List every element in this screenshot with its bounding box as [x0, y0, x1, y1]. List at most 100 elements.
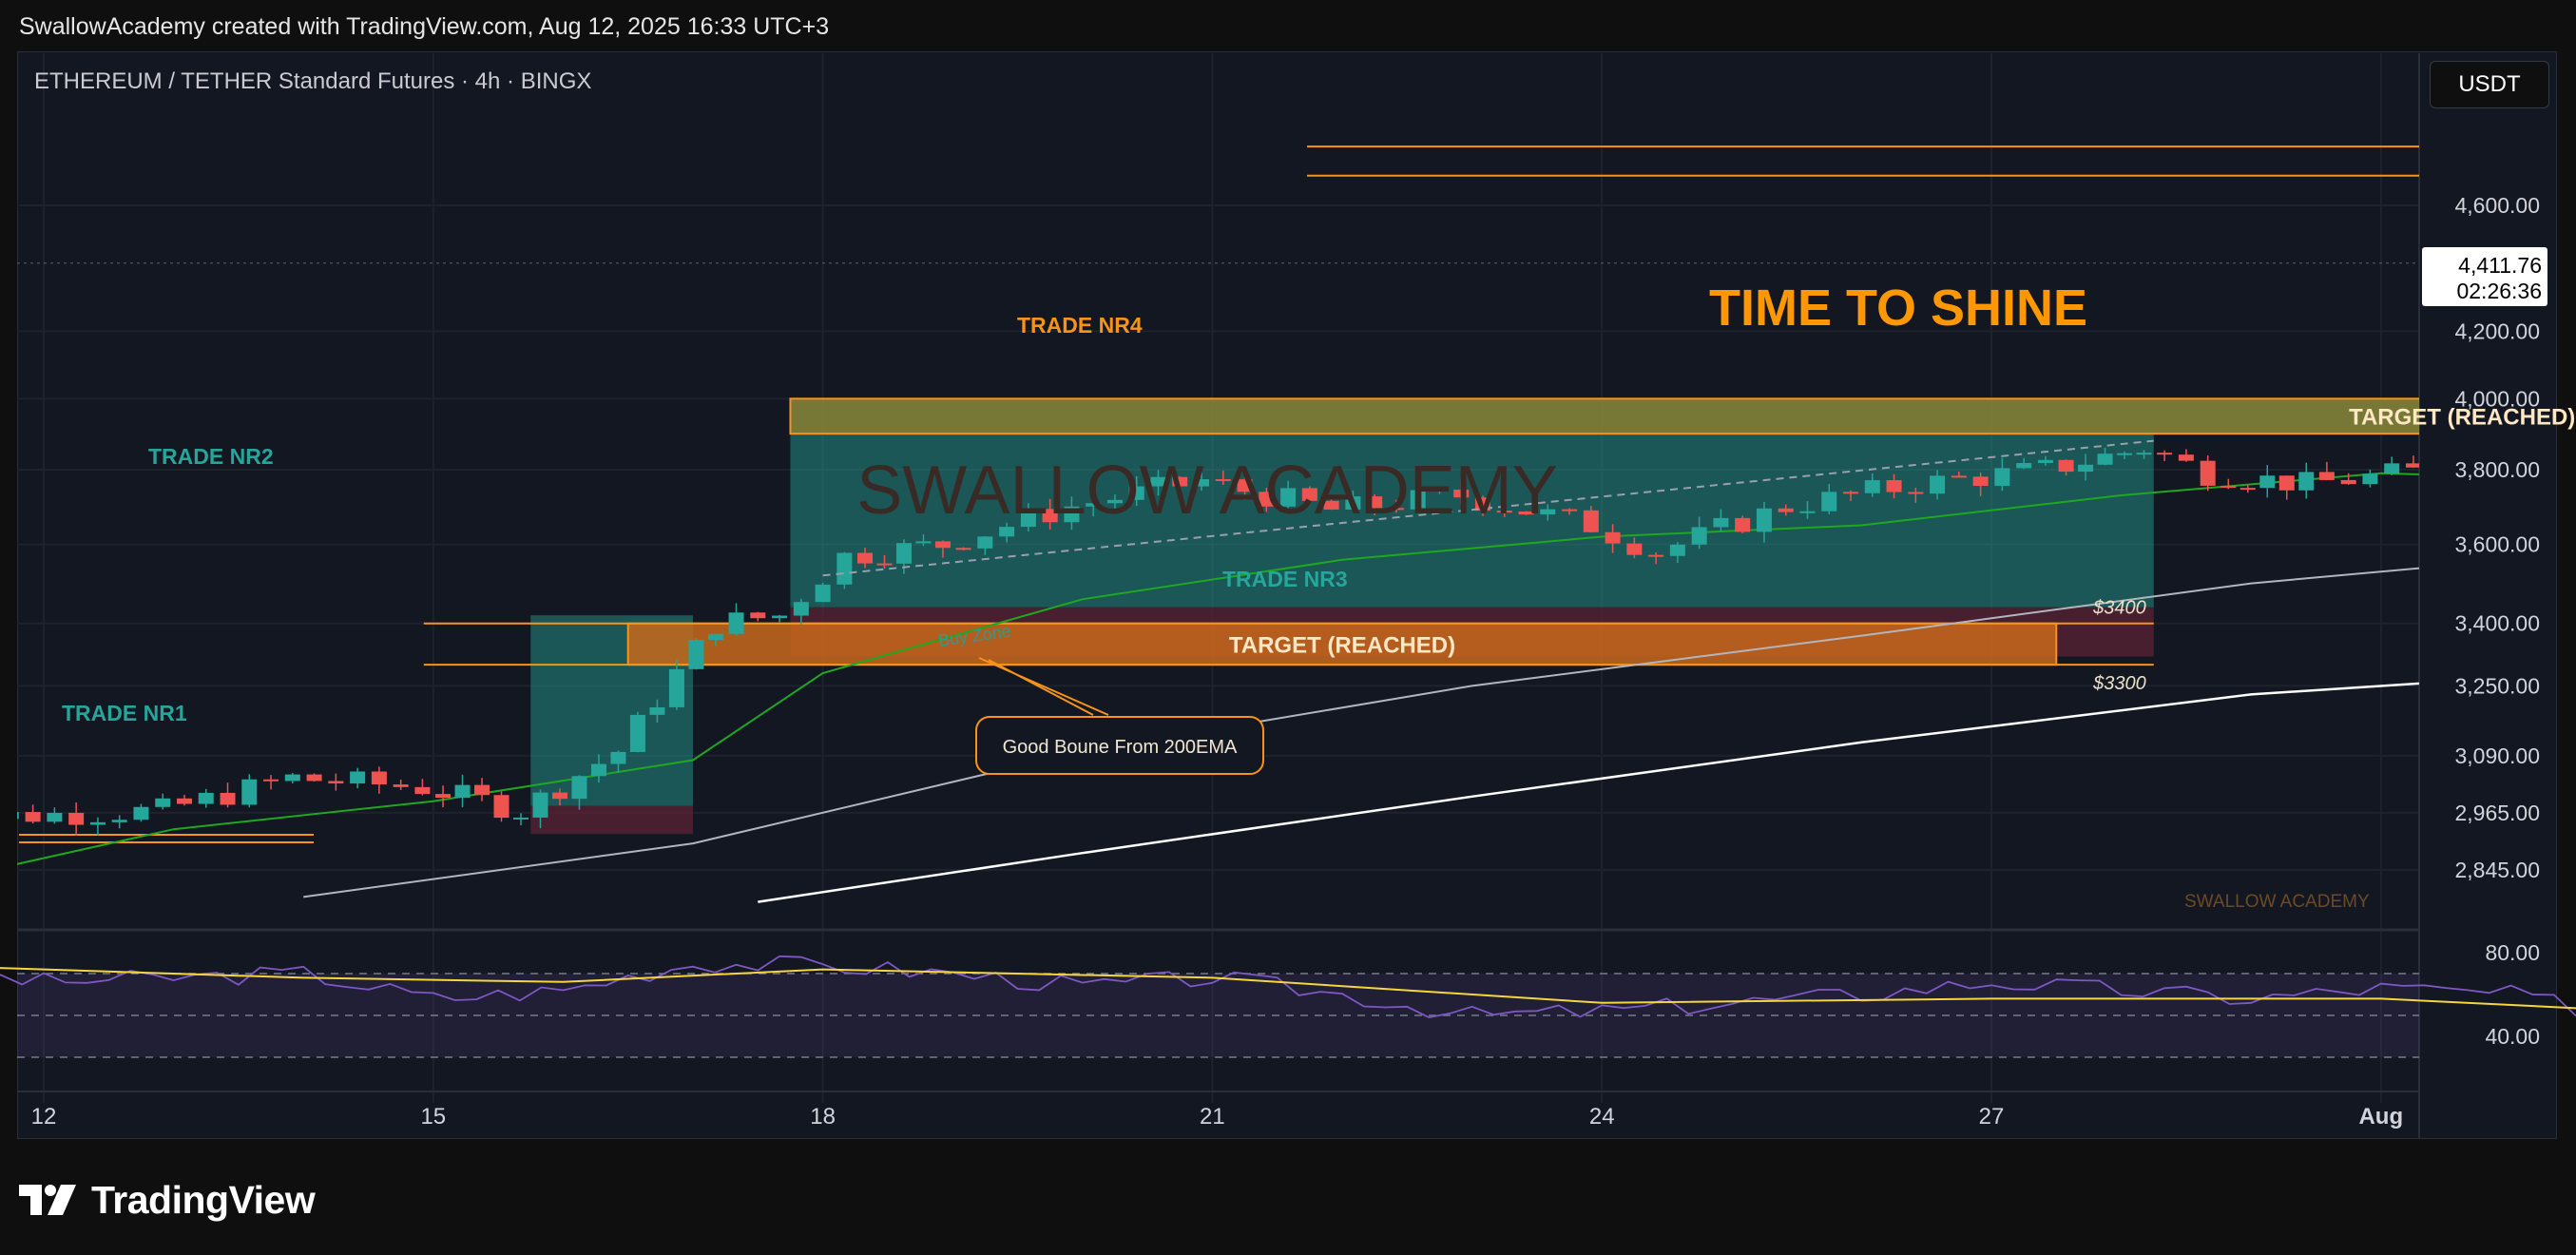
chart-canvas[interactable]: SWALLOW ACADEMYTARGET (REACHED)TARGET (R…: [0, 0, 2576, 1255]
target-box: [789, 397, 2419, 435]
rsi-axis-label: 40.00: [2485, 1024, 2540, 1049]
price-axis-label: 2,845.00: [2454, 858, 2540, 882]
candle-body: [895, 543, 912, 564]
candle-body: [934, 541, 951, 549]
candle-body: [1778, 508, 1794, 512]
candle-body: [856, 552, 873, 564]
candle-body: [2340, 479, 2356, 485]
candle-body: [284, 774, 300, 782]
callout-text: Good Boune From 200EMA: [1003, 737, 1238, 758]
candle-body: [2278, 475, 2295, 491]
candle-body: [977, 536, 993, 549]
candle-body: [668, 668, 684, 707]
target-box-label: TARGET (REACHED): [1229, 632, 1455, 658]
price-axis-label: 2,965.00: [2454, 801, 2540, 825]
candle-body: [1821, 492, 1837, 512]
candle-body: [1843, 492, 1859, 494]
price-axis-label: 3,600.00: [2454, 532, 2540, 557]
candle-body: [1713, 517, 1729, 528]
candle-body: [350, 771, 366, 784]
candle-body: [176, 798, 192, 804]
candle-body: [1669, 544, 1685, 556]
price-axis-label: 4,000.00: [2454, 386, 2540, 411]
candle-body: [2546, 465, 2561, 472]
candle-body: [17, 812, 19, 820]
price-countdown: 02:26:36: [2456, 279, 2542, 303]
price-axis-label: 3,400.00: [2454, 611, 2540, 636]
candle-body: [2362, 473, 2378, 485]
current-price-value: 4,411.76: [2458, 253, 2542, 278]
currency-selector-button[interactable]: USDT: [2430, 61, 2549, 108]
candle-body: [649, 706, 665, 715]
candle-body: [2058, 459, 2074, 473]
candle-body: [836, 552, 853, 585]
candle-body: [2157, 453, 2173, 455]
candle-body: [876, 563, 893, 566]
candle-body: [328, 781, 344, 784]
symbol-title: ETHEREUM / TETHER Standard Futures · 4h …: [34, 68, 592, 94]
candle-body: [1994, 468, 2010, 487]
candle-body: [25, 812, 41, 822]
candle-body: [1908, 492, 1924, 494]
candle-body: [1886, 480, 1902, 492]
candle-body: [688, 640, 704, 669]
candle-body: [2259, 475, 2276, 489]
candle-body: [532, 792, 548, 818]
rsi-axis-label: 80.00: [2485, 940, 2540, 965]
price-axis-label: 3,250.00: [2454, 673, 2540, 698]
candle-body: [306, 774, 322, 782]
trade-label: TRADE NR4: [1017, 313, 1143, 338]
time-axis-label: 12: [31, 1104, 57, 1130]
tradingview-icon: [19, 1185, 76, 1215]
candle-body: [111, 820, 127, 822]
candle-body: [371, 771, 387, 785]
candle-body: [474, 784, 490, 796]
price-axis-label: 3,800.00: [2454, 457, 2540, 482]
time-axis-label: 27: [1979, 1104, 2005, 1130]
candle-body: [1930, 475, 1946, 494]
candle-body: [1864, 480, 1880, 493]
trade-label: TRADE NR2: [148, 444, 274, 469]
candle-body: [2078, 464, 2094, 473]
candle-body: [2037, 459, 2053, 463]
candle-body: [728, 612, 744, 634]
candle-body: [590, 763, 606, 777]
candle-body: [89, 821, 106, 825]
candle-body: [47, 812, 63, 822]
candle-body: [2405, 463, 2419, 468]
candle-body: [414, 786, 431, 795]
trade-zone-stop: [530, 805, 693, 835]
candle-body: [1626, 543, 1643, 555]
candle-body: [2384, 463, 2400, 474]
candle-body: [1951, 475, 1967, 478]
candle-body: [2318, 472, 2335, 480]
level-label: $3400: [2092, 598, 2146, 619]
trade-label: TRADE NR3: [1222, 567, 1348, 591]
price-axis-label: 3,090.00: [2454, 743, 2540, 768]
candle-body: [435, 794, 452, 799]
candle-body: [454, 784, 471, 799]
candle-body: [198, 792, 214, 804]
candle-body: [220, 792, 236, 805]
watermark-text: SWALLOW ACADEMY: [856, 453, 1557, 529]
candle-body: [133, 806, 149, 821]
candle-body: [2200, 460, 2216, 486]
candle-body: [155, 798, 171, 807]
candle-body: [2220, 485, 2237, 489]
time-axis-label: 24: [1589, 1104, 1615, 1130]
price-axis-label: 4,200.00: [2454, 319, 2540, 343]
footer-bar: [0, 1141, 2576, 1255]
headline-text: TIME TO SHINE: [1709, 280, 2087, 337]
candle-body: [263, 779, 279, 782]
time-axis-label: 15: [420, 1104, 446, 1130]
candle-body: [241, 779, 258, 805]
trade-label: TRADE NR1: [62, 701, 187, 725]
small-watermark: SWALLOW ACADEMY: [2184, 892, 2370, 912]
tradingview-logo: TradingView: [19, 1173, 316, 1226]
candle-body: [1799, 511, 1816, 513]
candle-body: [2565, 471, 2576, 483]
candle-body: [793, 602, 809, 616]
level-label: $3300: [2092, 673, 2146, 694]
candle-body: [772, 615, 788, 619]
candle-body: [1756, 508, 1772, 532]
